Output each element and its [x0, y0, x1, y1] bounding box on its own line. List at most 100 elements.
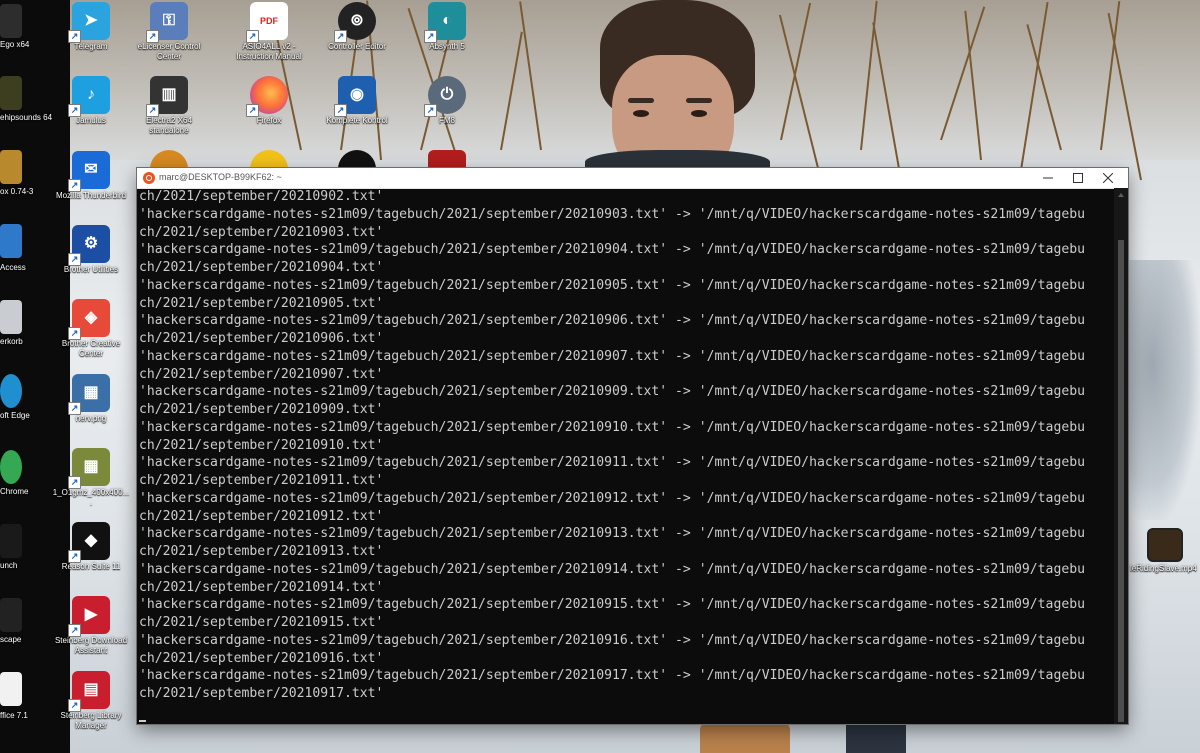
desktop-icon-fm8[interactable]: ⏻ ↗ FM8 [408, 76, 486, 126]
desktop-icon-video-file[interactable]: leRidingSlave.mp4 [1130, 528, 1200, 574]
komplete-kontrol-icon: ◉ ↗ [334, 76, 376, 117]
shortcut-arrow-icon: ↗ [68, 698, 81, 712]
brother-creative-icon: ◈ ↗ [68, 299, 110, 341]
minimize-icon [1043, 177, 1053, 179]
maximize-button[interactable] [1063, 168, 1093, 188]
terminal-output[interactable]: ch/2021/september/20210902.txt' 'hackersc… [139, 188, 1114, 724]
close-button[interactable] [1093, 168, 1123, 188]
desktop-icon-label: Brother Creative Center [61, 339, 121, 359]
edge-app-icon[interactable] [0, 150, 22, 184]
desktop-icon-controller-editor[interactable]: ⊚ ↗ Controller Editor [318, 2, 396, 52]
desktop-icon-label: Komplete Kontrol [326, 116, 388, 125]
desktop-icon-asio4all-manual[interactable]: PDF ↗ ASIO4ALL v2 - Instruction Manual [230, 2, 308, 62]
shortcut-arrow-icon: ↗ [68, 475, 81, 489]
scrollbar-thumb[interactable] [1118, 240, 1124, 722]
desktop-icon[interactable]: ➤ ↗ Telegram [52, 2, 130, 52]
desktop-icon[interactable]: ▶ ↗ Steinberg Download Assistant [52, 596, 130, 656]
edge-app-icon[interactable] [0, 224, 22, 258]
desktop-icon-electra[interactable]: ▥ ↗ Electra2 X64 standalone [130, 76, 208, 136]
desktop-icon-label: eLicenser Control Center [137, 42, 201, 61]
desktop-icon-elicenser[interactable]: ⚿ ↗ eLicenser Control Center [130, 2, 208, 62]
maximize-icon [1073, 173, 1083, 183]
wallpaper-person-eye [633, 110, 649, 117]
terminal-line: ch/2021/september/20210912.txt' [139, 508, 384, 524]
desktop-icon-firefox[interactable]: ↗ Firefox [230, 76, 308, 126]
terminal-line: 'hackerscardgame-notes-s21m09/tagebuch/2… [139, 561, 1085, 577]
edge-icon-label: oft Edge [0, 411, 30, 420]
text-cursor [139, 720, 146, 722]
elicenser-icon: ⚿ ↗ [146, 2, 188, 43]
desktop-icon[interactable]: ♪ ↗ Jamulus [52, 76, 130, 126]
recycle-bin-icon[interactable] [0, 300, 22, 334]
terminal-line: 'hackerscardgame-notes-s21m09/tagebuch/2… [139, 526, 1085, 542]
edge-icon-label: scape [0, 635, 22, 644]
terminal-line: ch/2021/september/20210905.txt' [139, 295, 384, 311]
desktop-icon-label: Electra2 X64 standalone [146, 116, 192, 135]
jamulus-icon: ♪ ↗ [68, 76, 110, 118]
minimize-button[interactable] [1033, 168, 1063, 188]
terminal-line: 'hackerscardgame-notes-s21m09/tagebuch/2… [139, 348, 1085, 364]
window-titlebar[interactable]: marc@DESKTOP-B99KF62: ~ [137, 168, 1128, 189]
desktop-icon-label: Brother Utilities [63, 264, 119, 274]
edge-app-icon[interactable] [0, 4, 22, 38]
terminal-window[interactable]: marc@DESKTOP-B99KF62: ~ ch/2021/septembe… [137, 168, 1128, 724]
desktop-icon-komplete-kontrol[interactable]: ◉ ↗ Komplete Kontrol [318, 76, 396, 126]
edge-app-icon[interactable] [0, 524, 22, 558]
desktop-icon[interactable]: ◈ ↗ Brother Creative Center [52, 299, 130, 359]
shortcut-arrow-icon: ↗ [424, 104, 437, 117]
thunderbird-icon: ✉ ↗ [68, 150, 110, 192]
terminal-line: ch/2021/september/20210915.txt' [139, 615, 384, 630]
vertical-scrollbar[interactable] [1114, 188, 1128, 724]
desktop-icon-label: leRidingSlave.mp4 [1130, 564, 1197, 573]
wallpaper-person-brow [686, 98, 712, 103]
wallpaper-ice-patch [1120, 260, 1200, 520]
absynth-icon: ◐ ↗ [424, 2, 466, 43]
terminal-line: 'hackerscardgame-notes-s21m09/tagebuch/2… [139, 668, 1085, 684]
desktop-icon[interactable]: ⚙ ↗ Brother Utilities [52, 224, 130, 275]
edge-browser-icon[interactable] [0, 374, 22, 408]
terminal-line: ch/2021/september/20210902.txt' [139, 189, 384, 204]
terminal-line: 'hackerscardgame-notes-s21m09/tagebuch/2… [139, 277, 1085, 293]
terminal-line: ch/2021/september/20210909.txt' [139, 402, 384, 417]
desktop-icon-absynth[interactable]: ◐ ↗ Absynth 5 [408, 2, 486, 52]
edge-icon-label: ehipsounds 64 [0, 113, 53, 122]
desktop-icon-label: FM8 [439, 116, 455, 125]
pdf-icon: PDF ↗ [246, 2, 288, 43]
edge-icon-label: unch [0, 561, 18, 570]
edge-app-icon[interactable] [0, 76, 22, 110]
reason-icon: ◆ ↗ [68, 522, 110, 564]
shortcut-arrow-icon: ↗ [68, 327, 81, 341]
desktop-icon-label: Reason Suite 11 [61, 562, 121, 572]
edge-icon-label: Chrome [0, 487, 29, 496]
terminal-line: 'hackerscardgame-notes-s21m09/tagebuch/2… [139, 597, 1085, 613]
desktop-icon-label: 1_O1gmz_400x400.... [52, 487, 130, 507]
window-title: marc@DESKTOP-B99KF62: ~ [159, 172, 282, 182]
desktop-icon[interactable]: ▦ ↗ 1_O1gmz_400x400.... [52, 447, 130, 508]
desktop-icon[interactable]: ◆ ↗ Reason Suite 11 [52, 522, 130, 572]
terminal-line: 'hackerscardgame-notes-s21m09/tagebuch/2… [139, 455, 1085, 471]
shortcut-arrow-icon: ↗ [146, 30, 159, 43]
terminal-line: 'hackerscardgame-notes-s21m09/tagebuch/2… [139, 419, 1085, 435]
desktop-icon[interactable]: ▦ ↗ nerv.png [52, 373, 130, 424]
desktop-icon[interactable]: ▤ ↗ Steinberg Library Manager [52, 670, 130, 731]
shortcut-arrow-icon: ↗ [68, 401, 81, 415]
edge-icon-label: ox 0.74-3 [0, 187, 34, 196]
terminal-line: 'hackerscardgame-notes-s21m09/tagebuch/2… [139, 242, 1085, 258]
terminal-line: ch/2021/september/20210911.txt' [139, 473, 384, 488]
chrome-icon[interactable] [0, 450, 22, 484]
scroll-up-icon[interactable] [1118, 192, 1124, 198]
brother-utilities-icon: ⚙ ↗ [68, 224, 110, 266]
ubuntu-icon [143, 172, 155, 184]
terminal-line: 'hackerscardgame-notes-s21m09/tagebuch/2… [139, 632, 1085, 648]
desktop-icon[interactable]: ✉ ↗ Mozilla Thunderbird [52, 150, 130, 201]
terminal-line: ch/2021/september/20210907.txt' [139, 366, 384, 382]
desktop-icon-label: Steinberg Download Assistant [54, 636, 128, 656]
fm8-icon: ⏻ ↗ [424, 76, 466, 117]
controller-editor-icon: ⊚ ↗ [334, 2, 376, 43]
terminal-line: ch/2021/september/20210916.txt' [139, 650, 384, 666]
inkscape-icon[interactable] [0, 598, 22, 632]
shortcut-arrow-icon: ↗ [334, 30, 347, 43]
shortcut-arrow-icon: ↗ [68, 252, 81, 266]
terminal-line: ch/2021/september/20210904.txt' [139, 260, 384, 275]
office-icon[interactable] [0, 672, 22, 706]
